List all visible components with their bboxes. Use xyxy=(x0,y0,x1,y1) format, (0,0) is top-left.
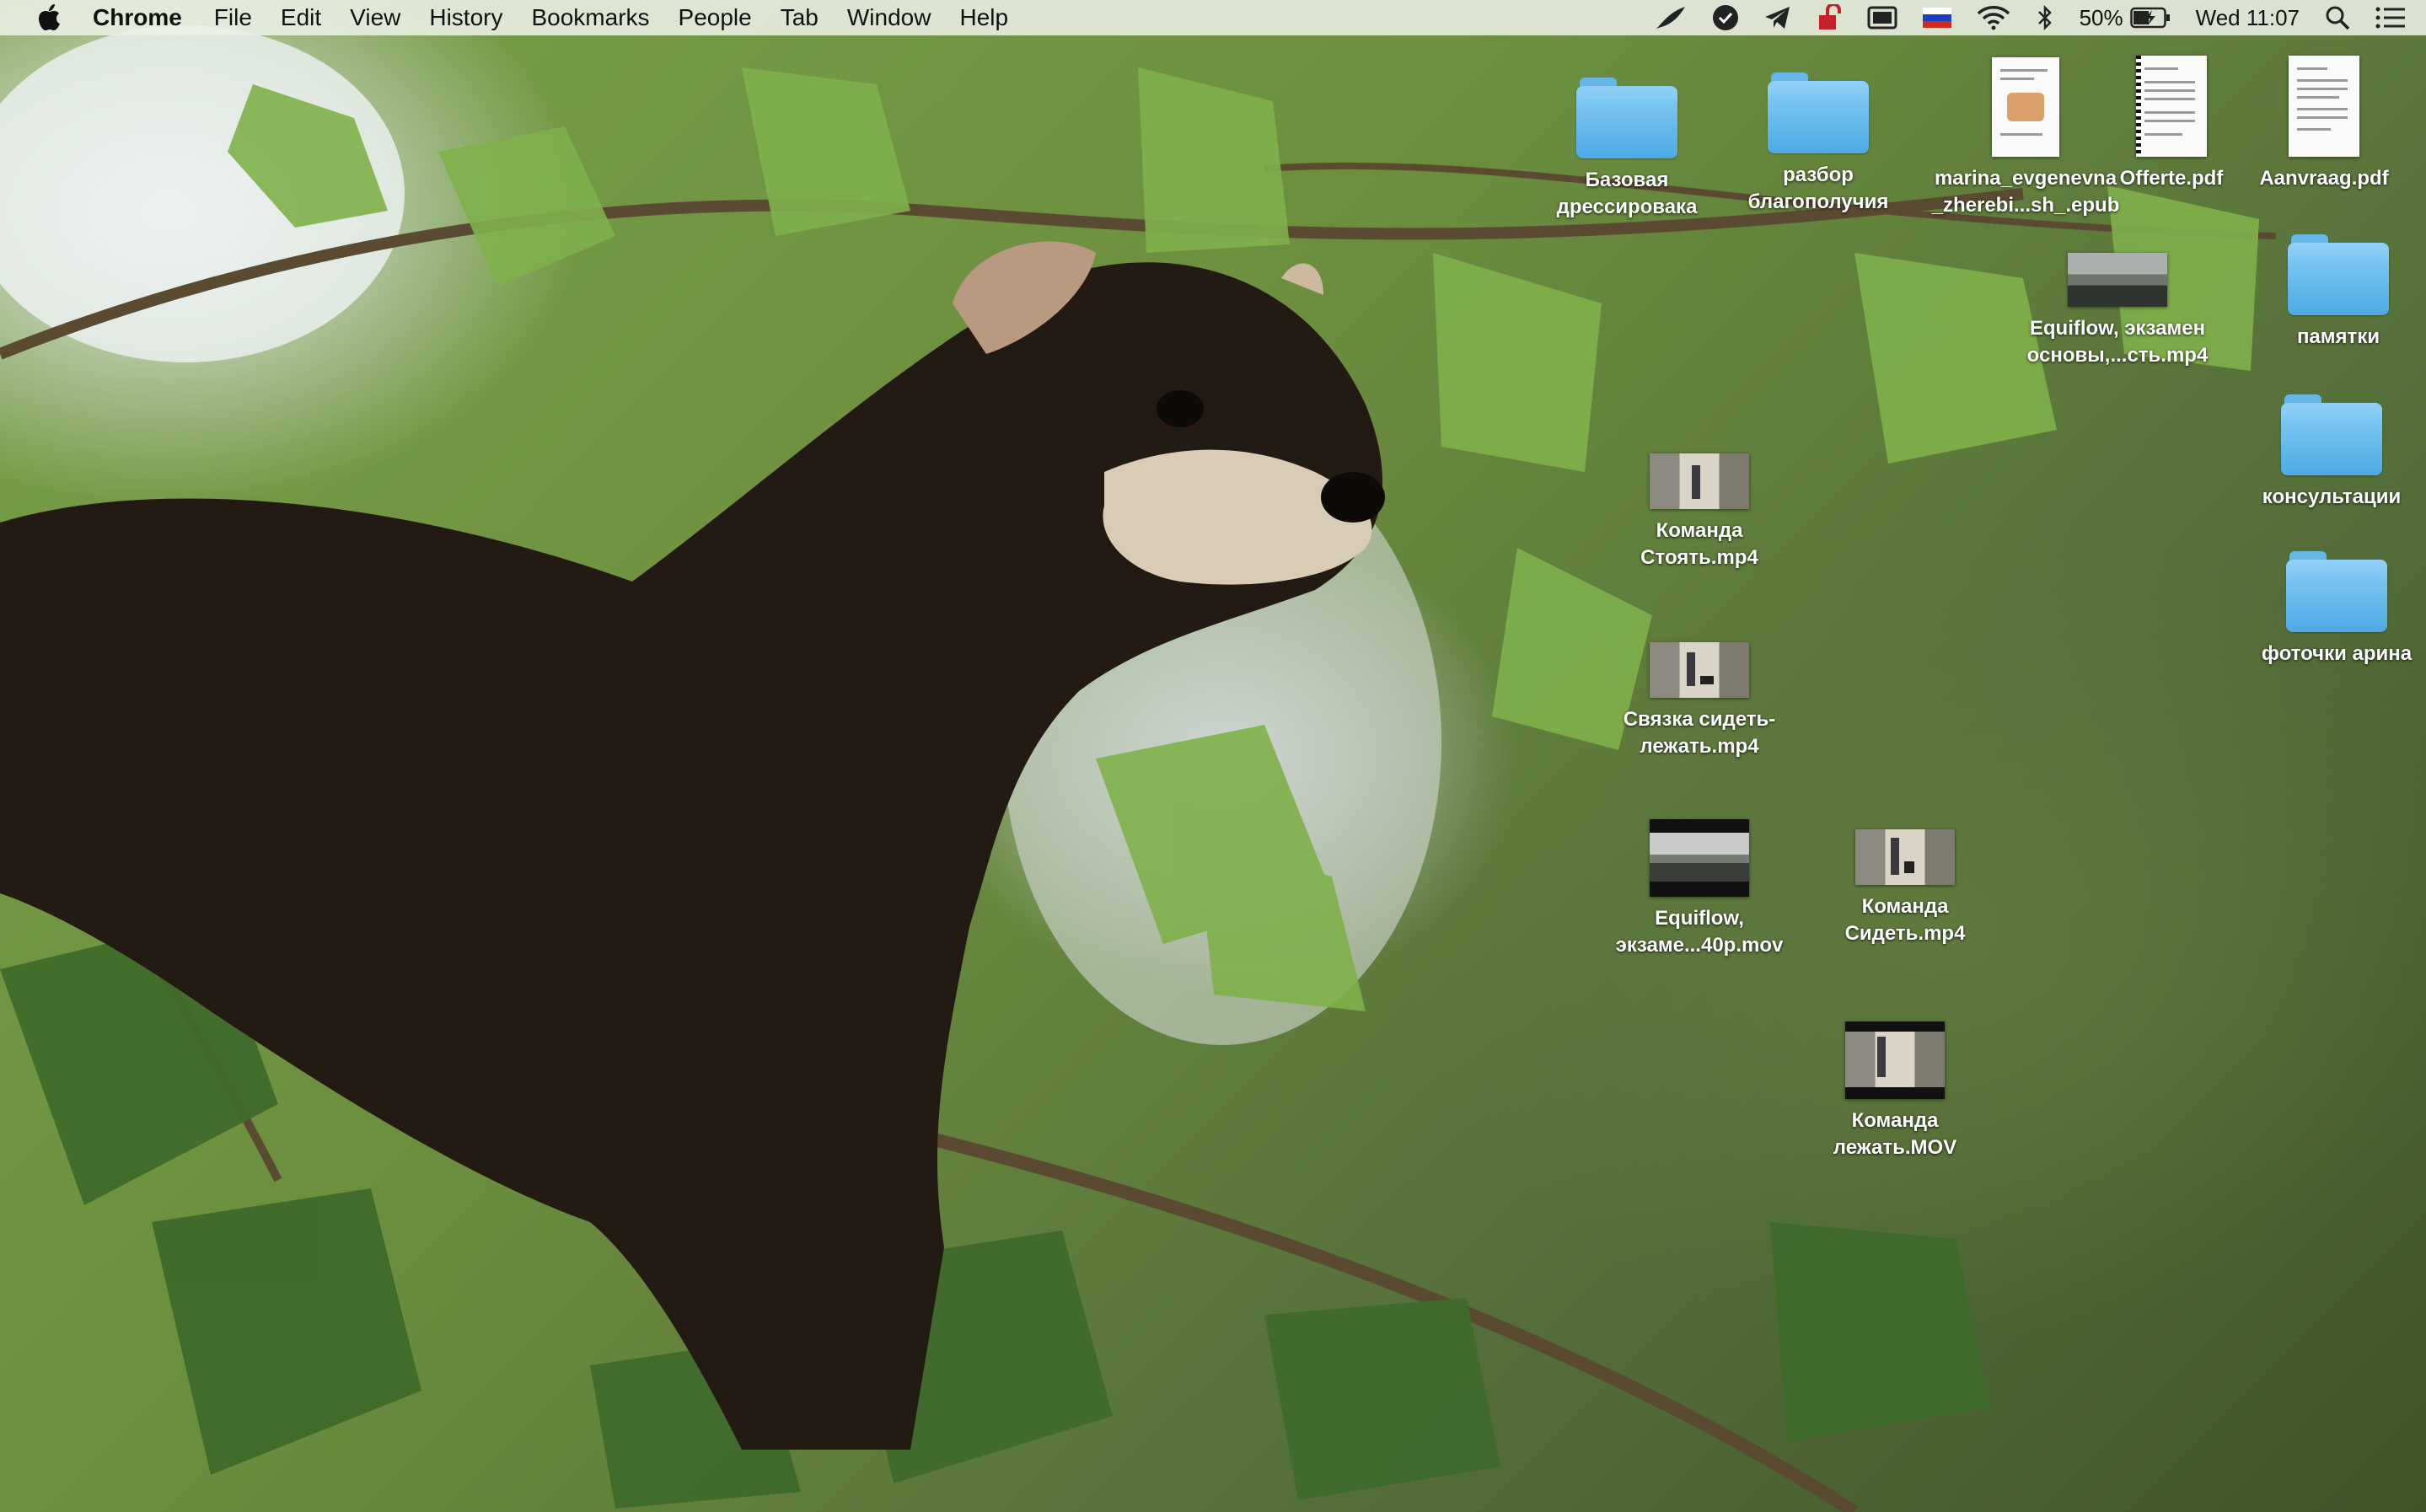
desktop-icon-folder-konsultatsii[interactable]: консультации xyxy=(2230,394,2426,511)
menu-window[interactable]: Window xyxy=(847,4,931,31)
menu-people[interactable]: People xyxy=(679,4,752,31)
video-thumbnail xyxy=(1855,829,1955,885)
russian-flag-icon[interactable] xyxy=(1922,0,1951,35)
video-thumbnail xyxy=(2068,253,2167,307)
menu-view[interactable]: View xyxy=(350,4,400,31)
lock-icon[interactable] xyxy=(1817,0,1842,35)
desktop-icon-folder-pamyatki[interactable]: памятки xyxy=(2237,234,2426,351)
desktop-icon-folder-bazovaya[interactable]: Базовая дрессировака xyxy=(1526,78,1728,221)
folder-icon xyxy=(1576,78,1677,158)
icon-label: фоточки арина xyxy=(2261,642,2413,665)
pdf-document-icon xyxy=(2136,56,2207,157)
desktop-icon-aanvraag-pdf[interactable]: Aanvraag.pdf xyxy=(2223,56,2425,192)
spotlight-search-icon[interactable] xyxy=(2325,0,2350,35)
icon-label: консультации xyxy=(2262,485,2402,508)
desktop-icon-komanda-lezhat-mov[interactable]: Команда лежать.MOV xyxy=(1794,1021,1996,1161)
icon-label: Equiflow, экзаме...40p.mov xyxy=(1615,907,1784,957)
checkmark-circle-icon[interactable] xyxy=(1712,0,1739,35)
app-menu-chrome[interactable]: Chrome xyxy=(93,4,182,31)
desktop-wallpaper xyxy=(0,0,2426,1512)
icon-label: Equiflow, экзамен основы,...сть.mp4 xyxy=(2026,317,2209,367)
menu-edit[interactable]: Edit xyxy=(281,4,321,31)
icon-label: Команда лежать.MOV xyxy=(1833,1109,1957,1159)
folder-icon xyxy=(1768,72,1869,153)
video-thumbnail xyxy=(1650,453,1749,509)
folder-icon xyxy=(2286,551,2387,632)
menu-bar: Chrome File Edit View History Bookmarks … xyxy=(0,0,2426,35)
menu-history[interactable]: History xyxy=(429,4,502,31)
menu-file[interactable]: File xyxy=(214,4,252,31)
icon-label: Команда Сидеть.mp4 xyxy=(1844,895,1966,945)
icon-label: разбор благополучия xyxy=(1747,164,1889,213)
video-thumbnail xyxy=(1845,1021,1945,1099)
icon-label: памятки xyxy=(2296,325,2380,348)
desktop-icon-svyazka-mp4[interactable]: Связка сидеть- лежать.mp4 xyxy=(1598,642,1801,760)
icon-label: Aanvraag.pdf xyxy=(2259,167,2389,190)
menu-tab[interactable]: Tab xyxy=(781,4,819,31)
desktop-icon-equiflow-exam-mp4[interactable]: Equiflow, экзамен основы,...сть.mp4 xyxy=(2016,253,2219,369)
desktop-icon-komanda-sidet-mp4[interactable]: Команда Сидеть.mp4 xyxy=(1804,829,2006,947)
pdf-document-icon xyxy=(2289,56,2359,157)
desktop-icon-komanda-stoyat-mp4[interactable]: Команда Стоять.mp4 xyxy=(1598,453,1801,571)
folder-icon xyxy=(2288,234,2389,315)
clock[interactable]: Wed 11:07 xyxy=(2196,0,2300,35)
display-icon[interactable] xyxy=(1867,0,1897,35)
wallpaper-art xyxy=(0,25,2277,1512)
feather-icon[interactable] xyxy=(1655,0,1687,35)
notification-center-icon[interactable] xyxy=(2375,0,2406,35)
battery-charging-icon[interactable] xyxy=(2129,0,2171,35)
menu-bookmarks[interactable]: Bookmarks xyxy=(531,4,649,31)
epub-document-icon xyxy=(1992,57,2059,157)
menu-help[interactable]: Help xyxy=(959,4,1008,31)
icon-label: Базовая дрессировака xyxy=(1556,169,1698,218)
desktop-icon-equiflow-mov[interactable]: Equiflow, экзаме...40p.mov xyxy=(1598,819,1801,959)
apple-menu-icon[interactable] xyxy=(34,0,64,35)
icon-label: Команда Стоять.mp4 xyxy=(1640,519,1758,569)
desktop-icon-folder-fotochki[interactable]: фоточки арина xyxy=(2235,551,2426,668)
folder-icon xyxy=(2281,394,2382,475)
desktop-icon-folder-razbor[interactable]: разбор благополучия xyxy=(1717,72,1919,216)
wifi-icon[interactable] xyxy=(1977,0,2010,35)
telegram-icon[interactable] xyxy=(1764,0,1791,35)
video-thumbnail xyxy=(1650,642,1749,698)
bluetooth-icon[interactable] xyxy=(2036,0,2054,35)
video-thumbnail xyxy=(1650,819,1749,897)
battery-percent[interactable]: 50% xyxy=(2080,0,2123,35)
icon-label: Связка сидеть- лежать.mp4 xyxy=(1623,708,1776,758)
